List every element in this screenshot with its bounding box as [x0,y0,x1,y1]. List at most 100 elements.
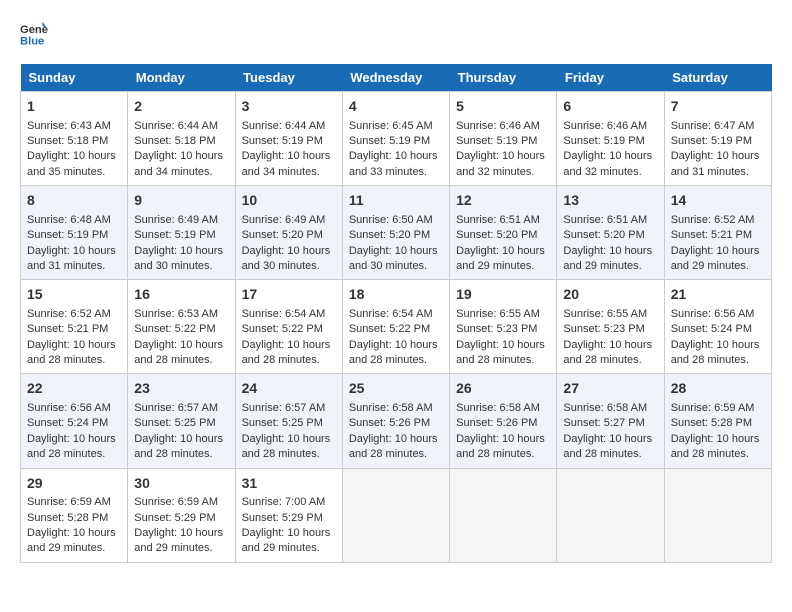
day-info-line: Daylight: 10 hours [563,338,657,353]
day-info-line: and 31 minutes. [671,165,765,180]
weekday-header: Wednesday [342,64,449,92]
calendar-day-cell: 18Sunrise: 6:54 AMSunset: 5:22 PMDayligh… [342,280,449,374]
calendar-week-row: 29Sunrise: 6:59 AMSunset: 5:28 PMDayligh… [21,468,772,562]
calendar-day-cell: 28Sunrise: 6:59 AMSunset: 5:28 PMDayligh… [664,374,771,468]
day-info-line: and 35 minutes. [27,165,121,180]
calendar-day-cell: 15Sunrise: 6:52 AMSunset: 5:21 PMDayligh… [21,280,128,374]
logo-icon: General Blue [20,20,48,48]
day-info-line: and 28 minutes. [349,447,443,462]
day-info-line: and 28 minutes. [456,353,550,368]
day-info-line: Sunrise: 6:44 AM [134,119,228,134]
calendar-day-cell: 14Sunrise: 6:52 AMSunset: 5:21 PMDayligh… [664,186,771,280]
day-number: 4 [349,97,443,117]
day-info-line: Daylight: 10 hours [27,526,121,541]
day-info-line: Sunrise: 6:47 AM [671,119,765,134]
calendar-day-cell: 1Sunrise: 6:43 AMSunset: 5:18 PMDaylight… [21,92,128,186]
day-info-line: Sunset: 5:24 PM [27,416,121,431]
calendar-day-cell: 17Sunrise: 6:54 AMSunset: 5:22 PMDayligh… [235,280,342,374]
day-info-line: and 32 minutes. [563,165,657,180]
day-info-line: Sunset: 5:20 PM [456,228,550,243]
day-info-line: Sunrise: 6:51 AM [456,213,550,228]
day-info-line: Daylight: 10 hours [242,526,336,541]
day-info-line: Sunset: 5:19 PM [134,228,228,243]
day-info-line: and 28 minutes. [27,447,121,462]
day-info-line: Daylight: 10 hours [349,149,443,164]
calendar-day-cell: 7Sunrise: 6:47 AMSunset: 5:19 PMDaylight… [664,92,771,186]
calendar-day-cell: 25Sunrise: 6:58 AMSunset: 5:26 PMDayligh… [342,374,449,468]
day-info-line: Daylight: 10 hours [134,432,228,447]
calendar-day-cell: 16Sunrise: 6:53 AMSunset: 5:22 PMDayligh… [128,280,235,374]
day-info-line: Sunrise: 6:55 AM [563,307,657,322]
day-info-line: Sunset: 5:26 PM [349,416,443,431]
day-info-line: and 30 minutes. [349,259,443,274]
day-info-line: Daylight: 10 hours [27,244,121,259]
day-number: 20 [563,285,657,305]
day-info-line: Sunset: 5:22 PM [349,322,443,337]
day-info-line: Daylight: 10 hours [671,244,765,259]
day-info-line: Sunset: 5:29 PM [242,511,336,526]
day-info-line: Daylight: 10 hours [134,526,228,541]
day-number: 10 [242,191,336,211]
day-info-line: Sunrise: 6:46 AM [456,119,550,134]
day-info-line: Daylight: 10 hours [349,338,443,353]
day-info-line: and 29 minutes. [242,541,336,556]
day-info-line: Sunset: 5:25 PM [242,416,336,431]
day-info-line: Sunrise: 6:57 AM [134,401,228,416]
day-info-line: Sunrise: 6:59 AM [671,401,765,416]
day-info-line: and 28 minutes. [563,447,657,462]
day-number: 12 [456,191,550,211]
calendar-day-cell: 21Sunrise: 6:56 AMSunset: 5:24 PMDayligh… [664,280,771,374]
day-number: 15 [27,285,121,305]
weekday-header: Monday [128,64,235,92]
day-info-line: Sunrise: 6:54 AM [349,307,443,322]
day-info-line: Daylight: 10 hours [563,244,657,259]
day-info-line: and 30 minutes. [242,259,336,274]
calendar-day-cell: 30Sunrise: 6:59 AMSunset: 5:29 PMDayligh… [128,468,235,562]
day-number: 19 [456,285,550,305]
day-info-line: and 31 minutes. [27,259,121,274]
day-info-line: Sunset: 5:19 PM [563,134,657,149]
day-info-line: Sunset: 5:23 PM [563,322,657,337]
day-info-line: Daylight: 10 hours [134,244,228,259]
day-info-line: and 34 minutes. [242,165,336,180]
day-info-line: and 29 minutes. [456,259,550,274]
day-info-line: Daylight: 10 hours [134,149,228,164]
day-info-line: Sunrise: 6:57 AM [242,401,336,416]
day-info-line: and 28 minutes. [242,447,336,462]
day-info-line: Daylight: 10 hours [242,338,336,353]
calendar-week-row: 8Sunrise: 6:48 AMSunset: 5:19 PMDaylight… [21,186,772,280]
empty-cell [664,468,771,562]
day-number: 21 [671,285,765,305]
day-info-line: Daylight: 10 hours [134,338,228,353]
day-info-line: Sunset: 5:21 PM [671,228,765,243]
day-info-line: Sunset: 5:19 PM [242,134,336,149]
calendar-day-cell: 12Sunrise: 6:51 AMSunset: 5:20 PMDayligh… [450,186,557,280]
logo: General Blue [20,20,52,48]
day-number: 26 [456,379,550,399]
day-info-line: and 29 minutes. [671,259,765,274]
day-info-line: and 28 minutes. [671,353,765,368]
day-info-line: Sunset: 5:28 PM [27,511,121,526]
day-info-line: Daylight: 10 hours [349,244,443,259]
day-info-line: and 33 minutes. [349,165,443,180]
day-number: 2 [134,97,228,117]
calendar-day-cell: 24Sunrise: 6:57 AMSunset: 5:25 PMDayligh… [235,374,342,468]
day-info-line: and 32 minutes. [456,165,550,180]
page-header: General Blue [20,20,772,48]
day-info-line: Sunset: 5:20 PM [242,228,336,243]
day-info-line: Sunset: 5:28 PM [671,416,765,431]
day-number: 24 [242,379,336,399]
day-info-line: Sunrise: 6:46 AM [563,119,657,134]
day-number: 8 [27,191,121,211]
day-info-line: Sunrise: 6:52 AM [27,307,121,322]
calendar-day-cell: 31Sunrise: 7:00 AMSunset: 5:29 PMDayligh… [235,468,342,562]
day-info-line: and 28 minutes. [134,447,228,462]
calendar-day-cell: 2Sunrise: 6:44 AMSunset: 5:18 PMDaylight… [128,92,235,186]
day-info-line: Sunrise: 6:50 AM [349,213,443,228]
day-number: 5 [456,97,550,117]
day-info-line: Daylight: 10 hours [671,149,765,164]
day-info-line: Daylight: 10 hours [27,149,121,164]
calendar-day-cell: 8Sunrise: 6:48 AMSunset: 5:19 PMDaylight… [21,186,128,280]
calendar-day-cell: 22Sunrise: 6:56 AMSunset: 5:24 PMDayligh… [21,374,128,468]
day-info-line: Sunset: 5:20 PM [349,228,443,243]
